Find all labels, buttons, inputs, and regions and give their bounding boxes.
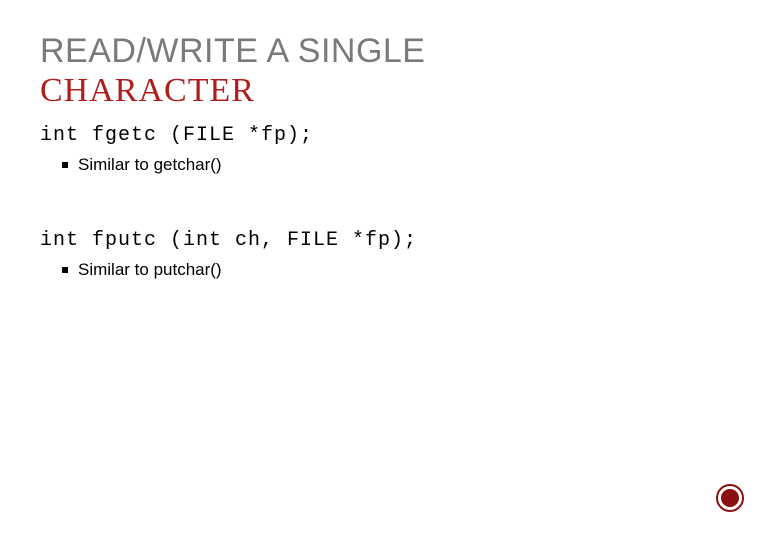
spacer — [40, 181, 740, 229]
bullet-text: Similar to getchar() — [78, 155, 222, 175]
bullet-text: Similar to putchar() — [78, 260, 222, 280]
slide: READ/WRITE A SINGLE CHARACTER int fgetc … — [0, 0, 780, 318]
bullet-square-icon — [62, 267, 68, 273]
bullet-square-icon — [62, 162, 68, 168]
code-fgetc: int fgetc (FILE *fp); — [40, 124, 740, 147]
title-line2: CHARACTER — [40, 71, 740, 110]
inner-dot — [721, 489, 739, 507]
bullet-row: Similar to getchar() — [62, 155, 740, 175]
circle-decoration-icon — [716, 484, 744, 512]
title-line1: READ/WRITE A SINGLE — [40, 32, 740, 71]
code-fputc: int fputc (int ch, FILE *fp); — [40, 229, 740, 252]
bullet-row: Similar to putchar() — [62, 260, 740, 280]
